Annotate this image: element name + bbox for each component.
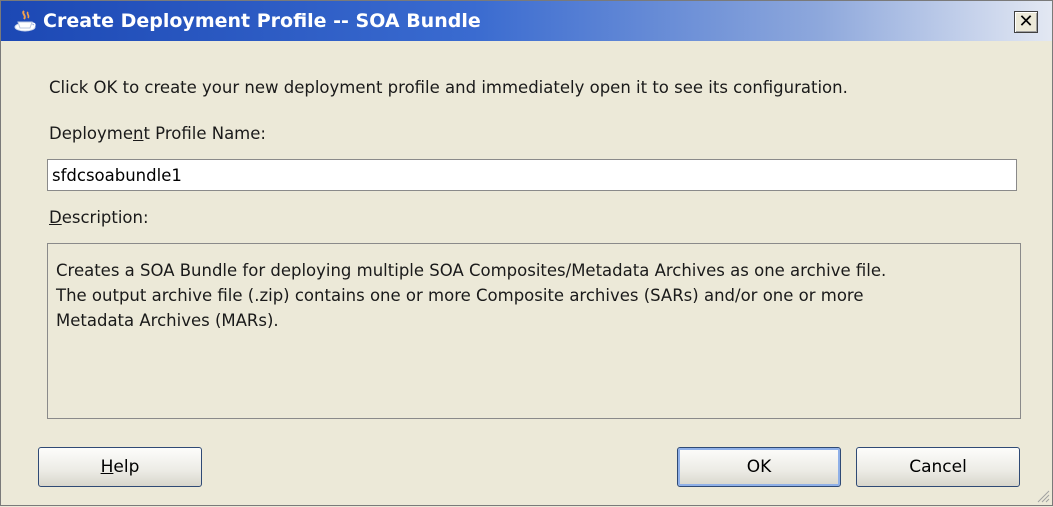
- title-bar[interactable]: Create Deployment Profile -- SOA Bundle …: [1, 1, 1052, 41]
- intro-text: Click OK to create your new deployment p…: [49, 78, 848, 97]
- profile-name-label-post: t Profile Name:: [143, 124, 266, 143]
- resize-grip-icon[interactable]: [1034, 487, 1050, 503]
- description-line: Creates a SOA Bundle for deploying multi…: [56, 261, 887, 280]
- ok-button[interactable]: OK: [677, 447, 841, 487]
- help-button-label: elp: [113, 457, 140, 477]
- description-label-post: escription:: [61, 208, 149, 227]
- window-title: Create Deployment Profile -- SOA Bundle: [43, 10, 481, 32]
- help-button-mnemonic: H: [100, 457, 114, 477]
- close-icon: ✕: [1018, 11, 1034, 32]
- description-line: Metadata Archives (MARs).: [56, 311, 279, 330]
- create-deployment-profile-dialog: Create Deployment Profile -- SOA Bundle …: [0, 0, 1053, 506]
- description-label-mnemonic: D: [49, 208, 62, 227]
- profile-name-label-mnemonic: n: [133, 124, 144, 143]
- help-button[interactable]: Help: [38, 447, 202, 487]
- profile-name-label-pre: Deployme: [49, 124, 133, 143]
- close-button[interactable]: ✕: [1014, 11, 1038, 33]
- cancel-button[interactable]: Cancel: [856, 447, 1020, 487]
- description-line: The output archive file (.zip) contains …: [56, 286, 864, 305]
- java-cup-icon: [13, 9, 39, 33]
- profile-name-label: Deployment Profile Name:: [49, 124, 266, 143]
- description-label: Description:: [49, 208, 149, 227]
- profile-name-input[interactable]: [47, 159, 1017, 191]
- description-box: Creates a SOA Bundle for deploying multi…: [47, 243, 1021, 419]
